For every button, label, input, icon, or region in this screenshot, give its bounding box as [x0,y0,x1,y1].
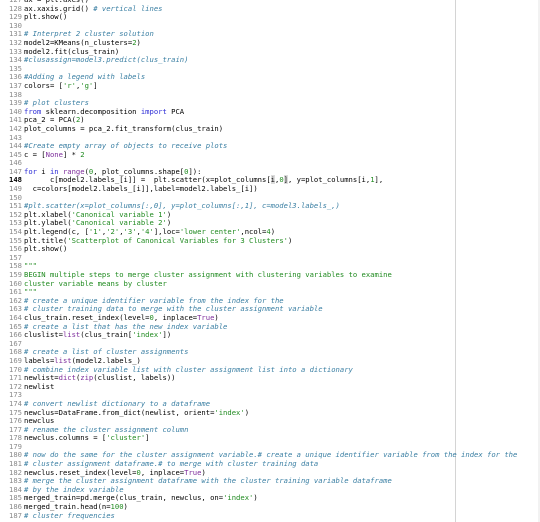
code-token: 'index' [223,493,254,503]
code-token: , y=plot_columns[i, [287,175,371,185]
line-code: c = [None] * 2 [24,149,85,160]
code-token: ) [123,502,128,512]
line-code: # cluster frequencies [24,510,115,521]
code-line[interactable]: 171 newlist=dict(zip(cluslist, labels)) [0,373,540,383]
code-token: list [62,330,81,340]
code-token: ) [136,37,141,47]
code-token: (cluslist, labels)) [93,373,176,383]
code-lines[interactable]: 127ax = plt.axes()128ax.xaxis.grid() # v… [0,0,540,520]
line-code: plt.show() [24,244,68,254]
code-token: ) [253,493,258,503]
line-code: cluster variable means by cluster [24,278,167,289]
code-line[interactable]: 134 #clusassign=model3.predict(clus_train… [0,55,540,65]
code-token: #clusassign=model3.predict(clus_train) [24,55,189,65]
line-code: newlist [24,381,55,392]
code-line[interactable]: 142 plot_columns = pca_2.fit_transform(cl… [0,123,540,134]
code-line[interactable]: 172 newlist [0,381,540,392]
code-token: ] * [62,149,81,159]
code-token: PCA [166,106,185,116]
line-code: colors= ['r','g'] [24,80,98,91]
line-number: 187 [9,510,22,520]
code-token: plt.show() [24,244,68,254]
code-line[interactable]: 160 cluster variable means by cluster [0,278,540,289]
line-code: c=colors[model2.labels_[i]],label=model2… [24,184,258,194]
code-token: import [140,106,167,116]
code-token: newlist [24,381,55,391]
code-line[interactable]: 128 ax.xaxis.grid() # vertical lines [0,3,540,14]
code-token: c = [ [24,149,46,159]
code-line[interactable]: 178 newclus.columns = ['cluster'] [0,433,540,443]
code-token: ] [93,80,98,90]
code-line[interactable]: 156 plt.show() [0,244,540,254]
code-token: 'cluster' [106,433,146,443]
code-token: ]) [162,330,172,340]
code-token: zip [80,373,94,383]
code-token: plt.show() [24,12,68,22]
code-token: # cluster frequencies [24,510,115,520]
code-token: 0 [279,175,284,185]
code-line[interactable]: 166 cluslist=list(clus_train['index']) [0,330,540,340]
code-token: 'g' [80,80,94,90]
code-token: # vertical lines [93,3,163,13]
code-token: newclus.columns = [ [24,433,107,443]
code-token: ) [244,407,250,417]
line-code: #clusassign=model3.predict(clus_train) [24,55,189,65]
code-line[interactable]: 175 newclus=DataFrame.from_dict(newlist, … [0,407,540,418]
code-token: ) [287,235,293,245]
code-editor[interactable]: 127ax = plt.axes()128ax.xaxis.grid() # v… [0,0,540,522]
line-code: plot_columns = pca_2.fit_transform(clus_… [24,123,224,134]
code-token: 'index' [132,330,163,340]
line-code: newclus=DataFrame.from_dict(newlist, ori… [24,407,250,418]
code-token: 'Scatterplot of Canonical Variables for … [67,235,288,245]
line-code: newclus.columns = ['cluster'] [24,433,150,443]
code-token: ] [145,433,150,443]
line-code: cluslist=list(clus_train['index']) [24,330,172,340]
code-token: ], [374,175,384,185]
line-code: plt.show() [24,12,68,22]
code-line[interactable]: 149 c=colors[model2.labels_[i]],label=mo… [0,184,540,194]
code-token: 'r' [62,80,76,90]
code-token: (clus_train[ [80,330,133,340]
code-token: dict [58,373,76,383]
code-token: None [45,149,63,159]
code-line[interactable]: 137 colors= ['r','g'] [0,80,540,91]
code-token: 2 [80,149,85,159]
code-line[interactable]: 145 c = [None] * 2 [0,149,540,160]
code-token: cluslist= [24,330,63,340]
code-line[interactable]: 155 plt.title('Scatterplot of Canonical V… [0,235,540,246]
code-token: colors= [ [24,80,63,90]
code-token: 'index' [214,407,245,417]
code-line[interactable]: 157 [0,253,540,263]
code-token: cluster variable means by cluster [24,278,167,288]
code-token: c=colors[model2.labels_[i]],label=model2… [24,184,258,194]
code-token: plot_columns = pca_2.fit_transform(clus_… [24,123,224,133]
code-line[interactable]: 187 # cluster frequencies [0,510,540,521]
code-line[interactable]: 129 plt.show() [0,12,540,22]
